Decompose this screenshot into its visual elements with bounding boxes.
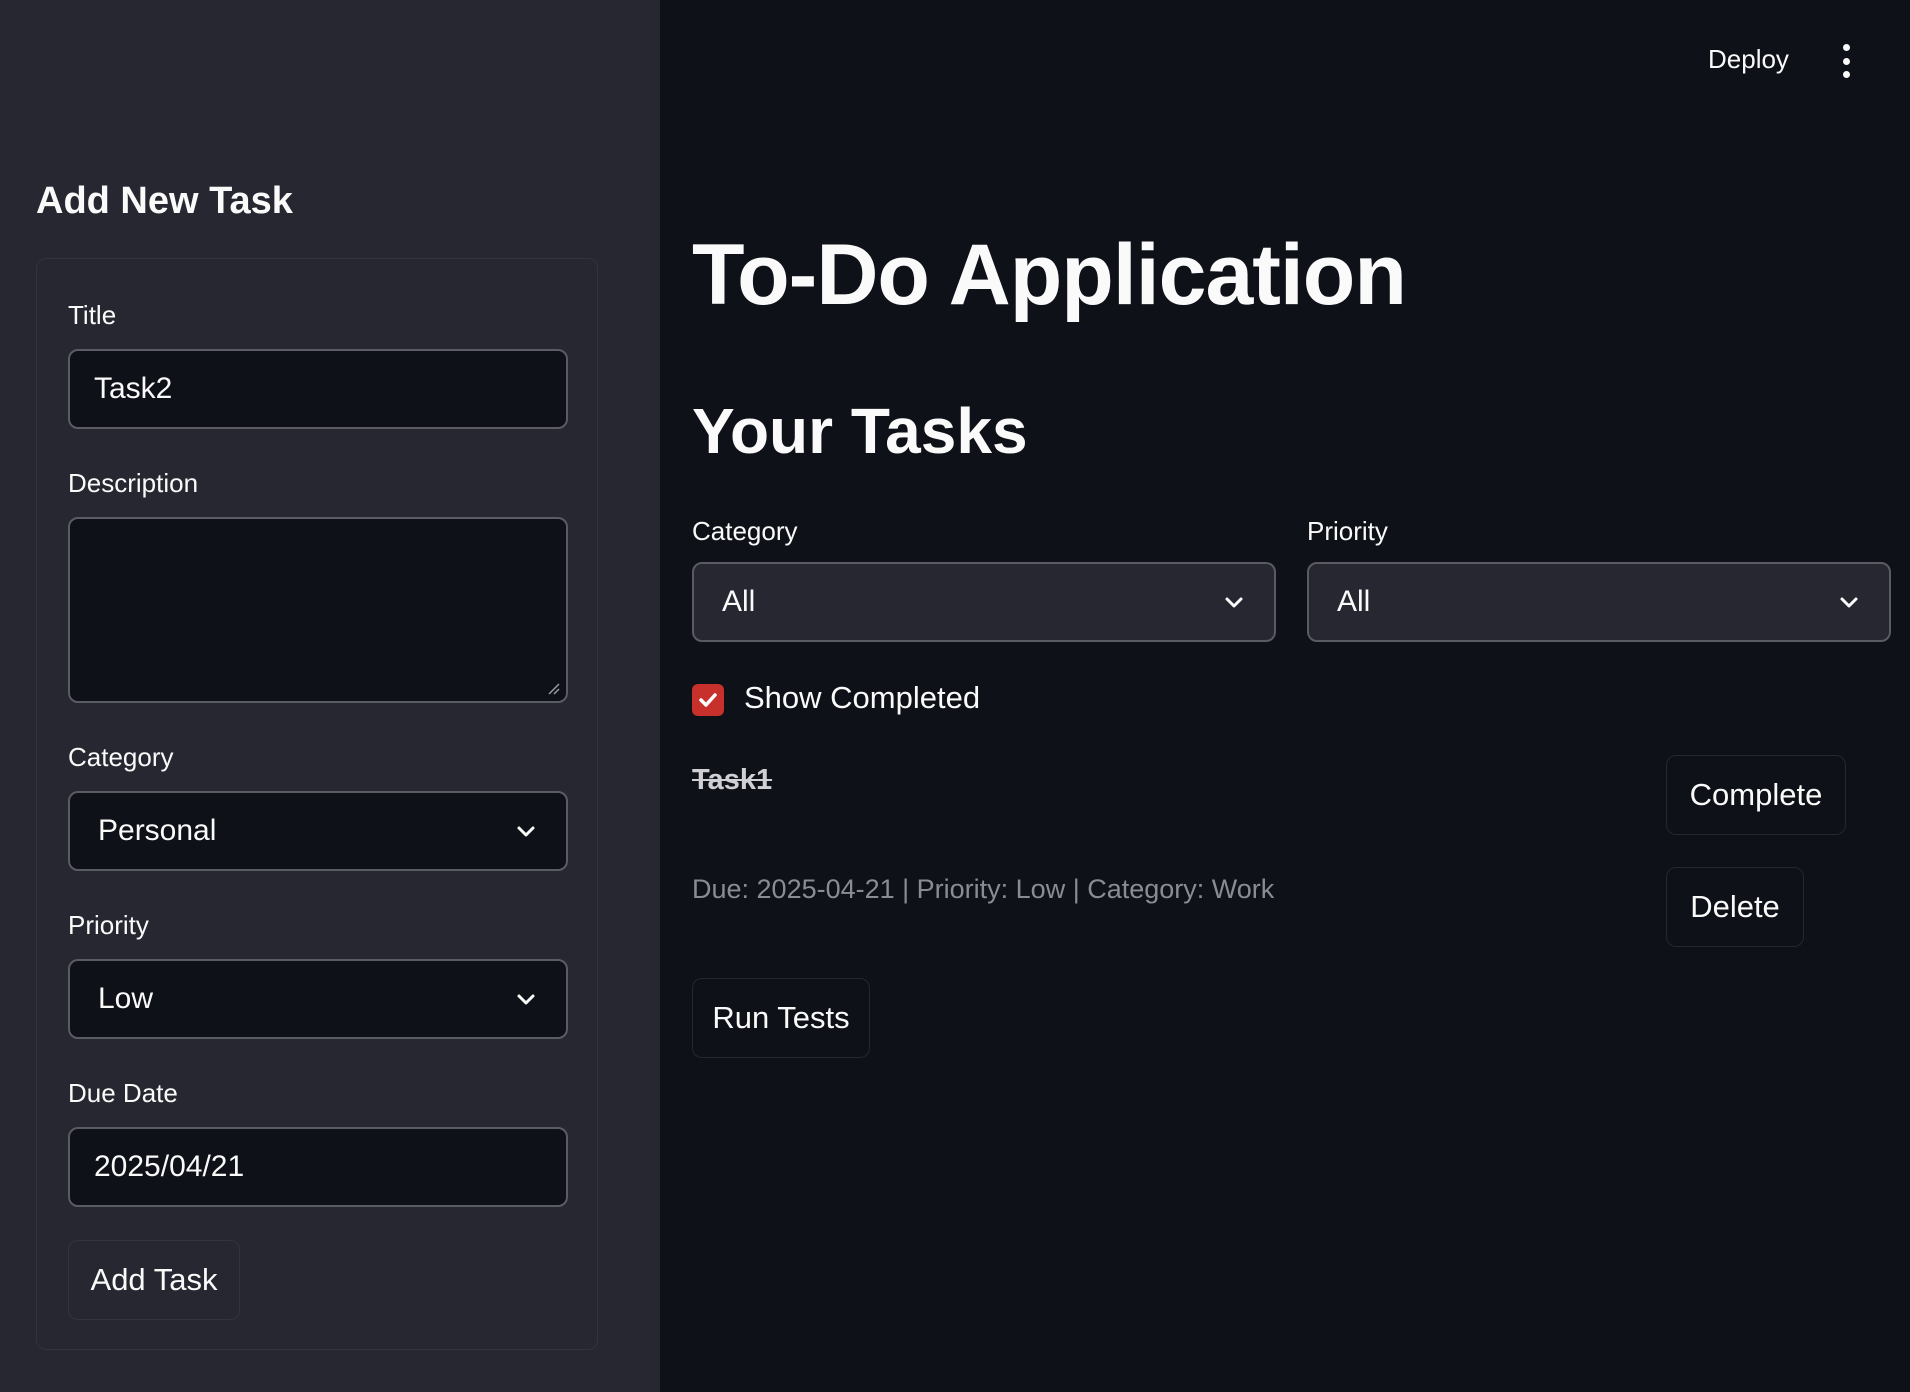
priority-select-value: Low <box>98 982 154 1015</box>
due-date-input[interactable]: 2025/04/21 <box>68 1127 568 1207</box>
filter-category-select[interactable]: All <box>692 562 1276 642</box>
sidebar: Add New Task Title Task2 Description Cat… <box>0 0 660 1392</box>
title-label: Title <box>68 300 117 330</box>
title-input-value: Task2 <box>94 372 173 405</box>
add-task-button[interactable]: Add Task <box>68 1240 240 1320</box>
category-label: Category <box>68 742 174 772</box>
category-select[interactable]: Personal <box>68 791 568 871</box>
category-select-value: Personal <box>98 814 217 847</box>
complete-button[interactable]: Complete <box>1666 755 1846 835</box>
deploy-button[interactable]: Deploy <box>1708 44 1789 75</box>
chevron-down-icon <box>1840 597 1858 608</box>
description-textarea[interactable] <box>68 517 568 703</box>
task-title: Task1 <box>692 764 773 796</box>
filter-category-label: Category <box>692 516 798 546</box>
priority-select[interactable]: Low <box>68 959 568 1039</box>
delete-button[interactable]: Delete <box>1666 867 1804 947</box>
run-tests-button[interactable]: Run Tests <box>692 978 870 1058</box>
show-completed-checkbox[interactable] <box>692 684 724 716</box>
priority-label: Priority <box>68 910 149 940</box>
chevron-down-icon <box>1225 597 1243 608</box>
due-date-value: 2025/04/21 <box>94 1150 245 1183</box>
kebab-dot <box>1842 71 1850 78</box>
chevron-down-icon <box>517 994 535 1005</box>
resize-grip-icon[interactable] <box>546 681 560 695</box>
kebab-vertical-icon[interactable] <box>1836 44 1856 78</box>
filter-priority-select[interactable]: All <box>1307 562 1891 642</box>
title-input[interactable]: Task2 <box>68 349 568 429</box>
kebab-dot <box>1842 44 1850 51</box>
show-completed-label[interactable]: Show Completed <box>744 680 980 716</box>
app-root: Add New Task Title Task2 Description Cat… <box>0 0 1910 1392</box>
filter-priority-label: Priority <box>1307 516 1388 546</box>
due-date-label: Due Date <box>68 1078 178 1108</box>
sidebar-title: Add New Task <box>36 180 293 222</box>
description-label: Description <box>68 468 199 498</box>
kebab-dot <box>1842 57 1850 65</box>
chevron-down-icon <box>517 826 535 837</box>
filter-priority-value: All <box>1337 585 1371 618</box>
check-icon <box>699 693 717 707</box>
section-title: Your Tasks <box>692 395 1028 467</box>
task-meta: Due: 2025-04-21 | Priority: Low | Catego… <box>692 874 1275 904</box>
page-title: To-Do Application <box>692 227 1407 323</box>
filter-category-value: All <box>722 585 756 618</box>
